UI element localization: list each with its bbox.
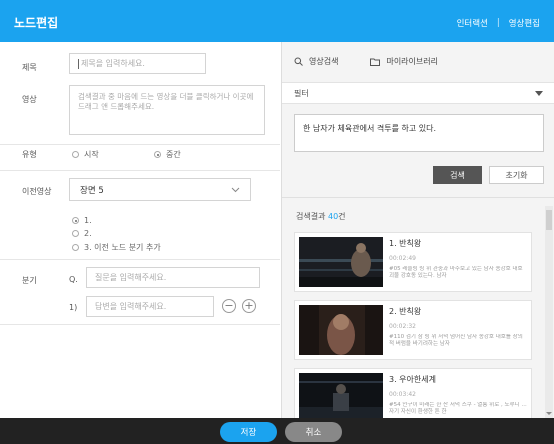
radio-dot xyxy=(72,151,79,158)
prev-option-2-label: 2. xyxy=(84,229,92,238)
type-option-start: 시작 xyxy=(84,150,99,159)
radio-dot xyxy=(72,244,79,251)
remove-answer-button[interactable]: − xyxy=(222,299,236,313)
bottom-action-bar xyxy=(0,418,554,444)
page-title: 노드편집 xyxy=(14,16,59,30)
branch-label: 분기 xyxy=(22,276,37,285)
video-label: 영상 xyxy=(22,95,37,104)
caret-down-icon xyxy=(535,90,543,96)
result-card[interactable]: 1. 반칙왕 00:02:49 #05 레슬링 링 위 관중과 마주보고 있는 … xyxy=(294,232,532,292)
type-option-middle: 중간 xyxy=(166,150,181,159)
filter-label: 필터 xyxy=(294,88,309,98)
prev-video-selected: 장면 5 xyxy=(80,185,104,196)
result-title: 3. 우아한세계 xyxy=(389,375,436,384)
thumbnail-image xyxy=(299,373,383,423)
video-drop-zone[interactable]: 검색결과 중 마음에 드는 영상을 더블 클릭하거나 이곳에 드래그 앤 드롭해… xyxy=(69,85,265,135)
results-count: 40 xyxy=(327,212,339,221)
chevron-down-icon xyxy=(231,187,240,192)
prev-video-select[interactable]: 장면 5 xyxy=(69,178,251,201)
filter-toggle[interactable]: 필터 xyxy=(282,82,554,104)
scrollbar-thumb[interactable] xyxy=(546,210,552,230)
search-tabs: 영상검색 마이라이브러리 xyxy=(294,56,470,67)
thumbnail-image xyxy=(299,305,383,355)
divider xyxy=(0,170,280,171)
prev-option-1[interactable]: 1. xyxy=(72,216,92,225)
radio-dot-selected xyxy=(72,217,79,224)
answer-prefix: 1) xyxy=(69,303,78,312)
top-nav: 인터랙션 | 영상편집 xyxy=(457,17,540,29)
title-label: 제목 xyxy=(22,63,37,72)
result-info: 1. 반칙왕 00:02:49 #05 레슬링 링 위 관중과 마주보고 있는 … xyxy=(389,238,527,281)
result-description: #05 레슬링 링 위 관중과 마주보고 있는 남자 송강호 대호 괴물 강호동… xyxy=(389,266,523,280)
tab-video-search-label: 영상검색 xyxy=(309,57,339,66)
question-prefix: Q. xyxy=(69,275,78,284)
prev-option-2[interactable]: 2. xyxy=(72,229,92,238)
prev-option-add-branch[interactable]: 3. 이전 노드 분기 추가 xyxy=(72,242,161,253)
divider xyxy=(0,144,280,145)
add-answer-button[interactable]: + xyxy=(242,299,256,313)
result-info: 2. 반칙왕 00:02:32 #110 검기 삼 링 위 저녁 넘어진 남자 … xyxy=(389,306,527,349)
type-radio-middle[interactable]: 중간 xyxy=(154,149,181,160)
search-panel: 영상검색 마이라이브러리 필터 한 남자가 체육관에서 격투를 하고 있다. 검… xyxy=(281,42,554,428)
scroll-down-icon[interactable] xyxy=(545,411,553,416)
divider xyxy=(282,197,554,198)
nav-video-edit-link[interactable]: 영상편집 xyxy=(509,17,540,29)
node-edit-form: 제목 제목을 입력하세요. 영상 검색결과 중 마음에 드는 영상을 더블 클릭… xyxy=(0,42,280,418)
type-radio-start[interactable]: 시작 xyxy=(72,149,99,160)
title-placeholder: 제목을 입력하세요. xyxy=(81,59,145,68)
text-cursor xyxy=(78,58,79,69)
video-thumbnail xyxy=(299,305,383,355)
result-duration: 00:02:49 xyxy=(389,255,416,262)
video-thumbnail xyxy=(299,373,383,423)
answer-placeholder: 답변을 입력해주세요. xyxy=(95,302,167,311)
result-duration: 00:02:32 xyxy=(389,323,416,330)
tab-my-library-label: 마이라이브러리 xyxy=(386,57,438,66)
radio-dot xyxy=(72,230,79,237)
search-button[interactable]: 검색 xyxy=(433,166,482,184)
tab-video-search[interactable]: 영상검색 xyxy=(294,56,338,67)
cancel-button[interactable]: 취소 xyxy=(285,422,342,442)
result-title: 1. 반칙왕 xyxy=(389,239,422,248)
result-description: #110 검기 삼 링 위 저녁 넘어진 남자 송강호 대호를 장의적 버럼을 … xyxy=(389,334,523,348)
folder-icon xyxy=(370,58,381,66)
save-button[interactable]: 저장 xyxy=(220,422,277,442)
video-drop-placeholder: 검색결과 중 마음에 드는 영상을 더블 클릭하거나 이곳에 드래그 앤 드롭해… xyxy=(78,92,254,112)
tab-my-library[interactable]: 마이라이브러리 xyxy=(370,56,438,67)
question-input[interactable]: 질문을 입력해주세요. xyxy=(86,267,260,288)
prev-video-label: 이전영상 xyxy=(22,187,52,196)
nav-separator: | xyxy=(496,18,500,28)
search-icon xyxy=(294,57,303,66)
top-bar: 노드편집 인터랙션 | 영상편집 xyxy=(0,0,554,42)
prev-option-3-label: 3. 이전 노드 분기 추가 xyxy=(84,243,161,252)
question-placeholder: 질문을 입력해주세요. xyxy=(95,273,167,282)
divider xyxy=(0,259,280,260)
results-count-label: 검색결과 40건 xyxy=(296,211,346,222)
results-scrollbar[interactable] xyxy=(545,206,553,418)
title-input[interactable]: 제목을 입력하세요. xyxy=(69,53,206,74)
reset-button[interactable]: 초기화 xyxy=(489,166,544,184)
result-duration: 00:03:42 xyxy=(389,391,416,398)
radio-dot-selected xyxy=(154,151,161,158)
video-thumbnail xyxy=(299,237,383,287)
thumbnail-image xyxy=(299,237,383,287)
result-description: #54 인구이 미래는 한 산 저녁 스쿠 - 열릉 위로 , 노루디 ... … xyxy=(389,402,527,416)
nav-interaction-link[interactable]: 인터랙션 xyxy=(457,17,488,29)
search-query-input[interactable]: 한 남자가 체육관에서 격투를 하고 있다. xyxy=(294,114,544,152)
results-suffix: 건 xyxy=(338,212,346,221)
result-info: 3. 우아한세계 00:03:42 #54 인구이 미래는 한 산 저녁 스쿠 … xyxy=(389,374,527,417)
result-title: 2. 반칙왕 xyxy=(389,307,422,316)
type-label: 유형 xyxy=(22,150,37,159)
divider xyxy=(0,324,280,325)
prev-option-1-label: 1. xyxy=(84,216,92,225)
answer-input[interactable]: 답변을 입력해주세요. xyxy=(86,296,214,317)
results-prefix: 검색결과 xyxy=(296,212,328,221)
result-card[interactable]: 2. 반칙왕 00:02:32 #110 검기 삼 링 위 저녁 넘어진 남자 … xyxy=(294,300,532,360)
